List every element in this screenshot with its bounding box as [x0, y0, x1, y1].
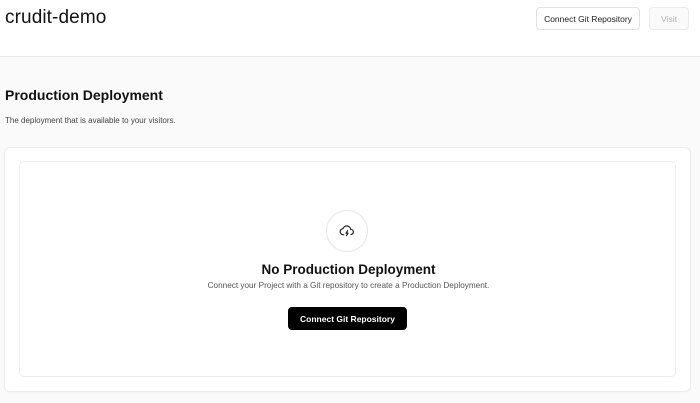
empty-state-title: No Production Deployment — [261, 262, 436, 277]
connect-git-repository-button[interactable]: Connect Git Repository — [536, 7, 640, 30]
visit-button[interactable]: Visit — [649, 7, 689, 30]
top-header: crudit-demo Connect Git Repository Visit — [0, 0, 700, 57]
cloud-lightning-icon — [326, 210, 368, 252]
empty-state-panel: No Production Deployment Connect your Pr… — [19, 161, 676, 377]
empty-state-description: Connect your Project with a Git reposito… — [207, 281, 490, 290]
section-description: The deployment that is available to your… — [5, 116, 176, 125]
section-title: Production Deployment — [5, 87, 163, 103]
project-title: crudit-demo — [5, 7, 107, 28]
connect-git-repository-primary-button[interactable]: Connect Git Repository — [288, 307, 407, 330]
production-deployment-card: No Production Deployment Connect your Pr… — [5, 148, 690, 391]
